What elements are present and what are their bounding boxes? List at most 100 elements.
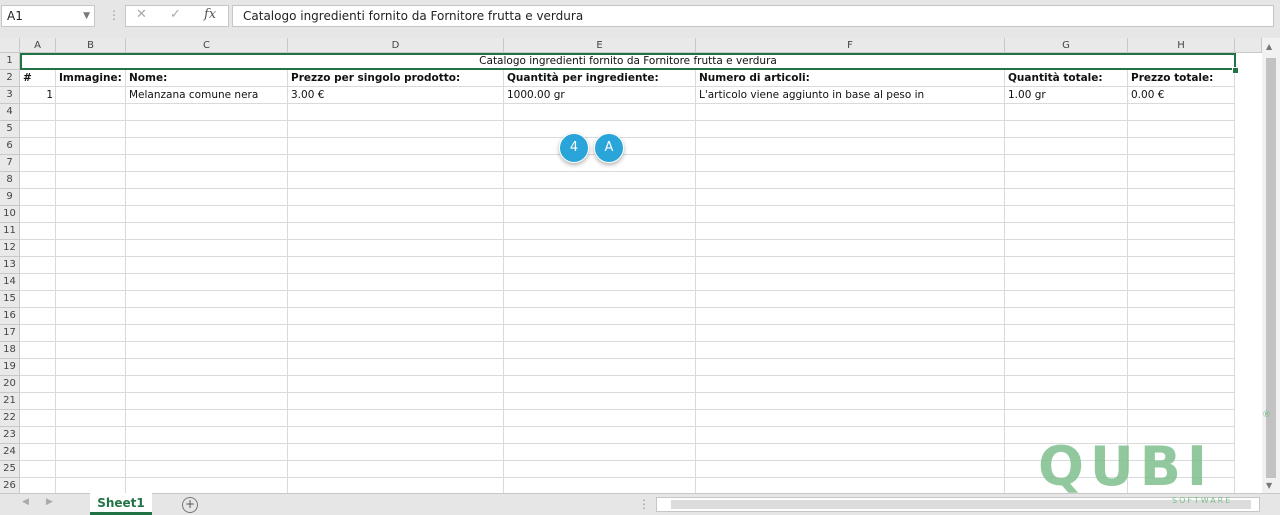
column-header-a[interactable]: A xyxy=(20,38,56,53)
data-cell[interactable]: L'articolo viene aggiunto in base al pes… xyxy=(696,87,1005,104)
data-cell[interactable]: Melanzana comune nera xyxy=(126,87,288,104)
data-cell[interactable]: 1 xyxy=(20,87,56,104)
select-all-corner[interactable] xyxy=(0,38,20,53)
row-header-22[interactable]: 22 xyxy=(0,410,20,427)
formula-buttons: ✕ ✓ fx xyxy=(125,5,229,27)
data-cell[interactable]: 3.00 € xyxy=(288,87,504,104)
keytip-badge: A xyxy=(594,133,624,163)
row-header-6[interactable]: 6 xyxy=(0,138,20,155)
column-header-f[interactable]: F xyxy=(696,38,1005,53)
column-header-d[interactable]: D xyxy=(288,38,504,53)
registered-mark: ® xyxy=(1262,410,1271,420)
header-cell[interactable]: Nome: xyxy=(126,70,288,87)
row-header-10[interactable]: 10 xyxy=(0,206,20,223)
row-header-24[interactable]: 24 xyxy=(0,444,20,461)
row-header-8[interactable]: 8 xyxy=(0,172,20,189)
tab-scroll-left-icon[interactable]: ◀ xyxy=(22,497,29,507)
scrollbar-thumb[interactable] xyxy=(671,500,1251,509)
cancel-icon[interactable]: ✕ xyxy=(136,7,147,22)
column-header-e[interactable]: E xyxy=(504,38,696,53)
tab-scroll-right-icon[interactable]: ▶ xyxy=(46,497,53,507)
row-header-18[interactable]: 18 xyxy=(0,342,20,359)
row-header-4[interactable]: 4 xyxy=(0,104,20,121)
header-cell[interactable]: Immagine: xyxy=(56,70,126,87)
header-cell[interactable]: Quantità totale: xyxy=(1005,70,1128,87)
name-box-value: A1 xyxy=(7,9,23,23)
gridline xyxy=(20,290,1234,291)
sheet-tab-bar: ◀ ▶ Sheet1 + ⋮ SOFTWARE xyxy=(0,493,1280,515)
scroll-up-icon[interactable]: ▲ xyxy=(1266,42,1272,51)
column-header-b[interactable]: B xyxy=(56,38,126,53)
gridline xyxy=(20,307,1234,308)
row-header-2[interactable]: 2 xyxy=(0,70,20,87)
qubi-logo-subtitle: SOFTWARE xyxy=(1172,496,1233,505)
row-header-19[interactable]: 19 xyxy=(0,359,20,376)
gridline xyxy=(20,120,1234,121)
column-header-blank xyxy=(1235,38,1262,53)
gridline xyxy=(20,222,1234,223)
row-header-26[interactable]: 26 xyxy=(0,478,20,493)
formula-input[interactable]: Catalogo ingredienti fornito da Fornitor… xyxy=(232,5,1274,27)
data-cell[interactable]: 0.00 € xyxy=(1128,87,1235,104)
gridline xyxy=(20,392,1234,393)
gridline xyxy=(20,375,1234,376)
row-header-16[interactable]: 16 xyxy=(0,308,20,325)
header-cell[interactable]: Prezzo per singolo prodotto: xyxy=(288,70,504,87)
row-header-11[interactable]: 11 xyxy=(0,223,20,240)
gridline xyxy=(20,154,1234,155)
row-header-7[interactable]: 7 xyxy=(0,155,20,172)
row-header-25[interactable]: 25 xyxy=(0,461,20,478)
column-header-c[interactable]: C xyxy=(126,38,288,53)
row-header-21[interactable]: 21 xyxy=(0,393,20,410)
scroll-down-icon[interactable]: ▼ xyxy=(1266,481,1272,490)
gridline xyxy=(20,205,1234,206)
row-header-15[interactable]: 15 xyxy=(0,291,20,308)
header-cell[interactable]: Quantità per ingrediente: xyxy=(504,70,696,87)
chevron-down-icon[interactable]: ▼ xyxy=(83,6,90,26)
row-header-12[interactable]: 12 xyxy=(0,240,20,257)
header-cell[interactable]: Prezzo totale: xyxy=(1128,70,1235,87)
column-header-h[interactable]: H xyxy=(1128,38,1235,53)
data-cell[interactable] xyxy=(56,87,126,104)
gridline xyxy=(20,341,1234,342)
gridline xyxy=(1234,53,1235,493)
gridline xyxy=(20,239,1234,240)
name-box[interactable]: A1 ▼ xyxy=(1,5,95,27)
gridline xyxy=(20,358,1234,359)
gridline xyxy=(20,256,1234,257)
row-header-5[interactable]: 5 xyxy=(0,121,20,138)
row-header-20[interactable]: 20 xyxy=(0,376,20,393)
vertical-scrollbar[interactable]: ▲ ▼ xyxy=(1262,38,1280,493)
row-header-14[interactable]: 14 xyxy=(0,274,20,291)
column-header-g[interactable]: G xyxy=(1005,38,1128,53)
more-icon: ⋮ xyxy=(638,497,650,511)
data-cell[interactable]: 1000.00 gr xyxy=(504,87,696,104)
header-cell[interactable]: # xyxy=(20,70,56,87)
header-cell[interactable]: Numero di articoli: xyxy=(696,70,1005,87)
data-cell[interactable]: 1.00 gr xyxy=(1005,87,1128,104)
gridline xyxy=(20,409,1234,410)
row-header-13[interactable]: 13 xyxy=(0,257,20,274)
gridline xyxy=(20,188,1234,189)
row-header-1[interactable]: 1 xyxy=(0,53,20,70)
spreadsheet-grid[interactable]: A B C D E F G H 1 2 3 4 5 6 7 8 9 10 11 … xyxy=(0,38,1262,493)
check-icon[interactable]: ✓ xyxy=(170,7,181,22)
title-cell[interactable]: Catalogo ingredienti fornito da Fornitor… xyxy=(20,53,1236,70)
gridline xyxy=(20,137,1234,138)
formula-bar: A1 ▼ ⋮ ✕ ✓ fx Catalogo ingredienti forni… xyxy=(0,0,1280,36)
row-header-23[interactable]: 23 xyxy=(0,427,20,444)
fx-icon[interactable]: fx xyxy=(204,7,216,22)
add-sheet-icon[interactable]: + xyxy=(182,497,198,513)
more-icon: ⋮ xyxy=(108,8,120,22)
row-header-3[interactable]: 3 xyxy=(0,87,20,104)
gridline xyxy=(20,324,1234,325)
keytip-badge: 4 xyxy=(559,133,589,163)
gridline xyxy=(20,171,1234,172)
gridline xyxy=(20,273,1234,274)
gridline xyxy=(20,426,1234,427)
row-header-17[interactable]: 17 xyxy=(0,325,20,342)
horizontal-scrollbar[interactable] xyxy=(656,497,1260,512)
qubi-logo: QUBI xyxy=(1038,435,1214,498)
sheet-tab-sheet1[interactable]: Sheet1 xyxy=(90,493,152,515)
row-header-9[interactable]: 9 xyxy=(0,189,20,206)
